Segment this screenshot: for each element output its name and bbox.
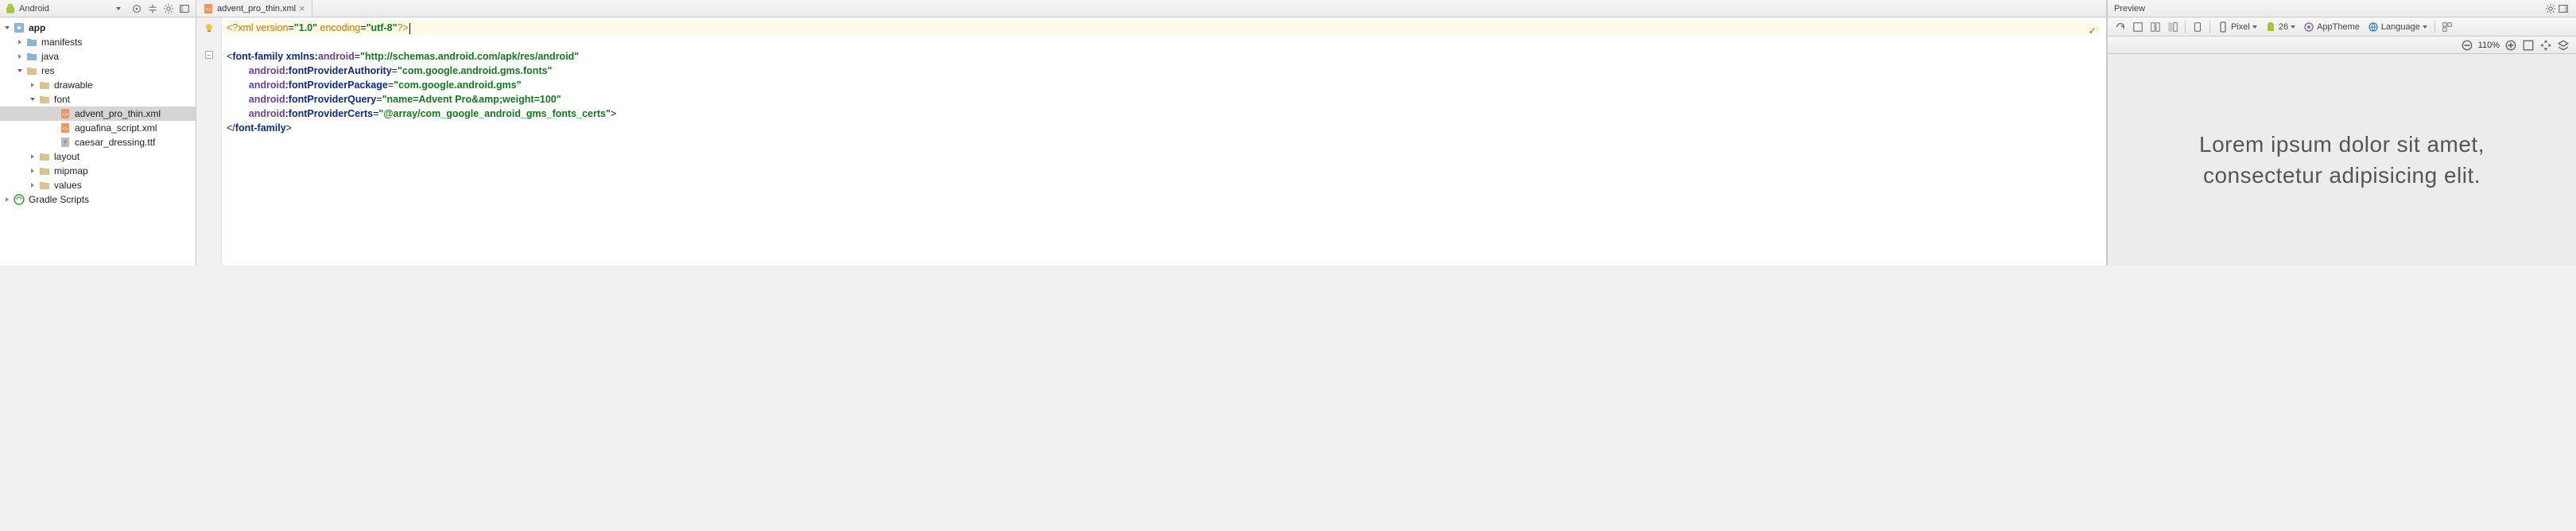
editor-area: − <?xml version="1.0" encoding="utf-8"?>… — [196, 17, 2106, 266]
tree-node-mipmap[interactable]: mipmap — [0, 164, 196, 178]
surface-design-icon[interactable] — [2130, 19, 2146, 35]
preview-canvas[interactable]: Lorem ipsum dolor sit amet, consectetur … — [2108, 54, 2576, 266]
tree-node-font[interactable]: font — [0, 92, 196, 107]
tree-node-res[interactable]: res — [0, 64, 196, 78]
editor-tab-advent[interactable]: <> advent_pro_thin.xml × — [196, 0, 312, 17]
tree-node-java[interactable]: java — [0, 49, 196, 64]
chevron-right-icon[interactable] — [29, 167, 37, 175]
settings-icon[interactable] — [162, 2, 175, 15]
close-icon[interactable]: × — [299, 2, 305, 14]
folder-icon — [25, 36, 38, 48]
tree-node-app[interactable]: app — [0, 21, 196, 35]
preview-panel: Preview Pixel 26 AppTheme Language 110% … — [2107, 0, 2576, 266]
tree-node-aguafina[interactable]: <>aguafina_script.xml — [0, 121, 196, 135]
separator — [2434, 21, 2435, 33]
target-icon[interactable] — [130, 2, 143, 15]
folder-icon — [38, 93, 51, 106]
refresh-icon[interactable] — [2112, 19, 2128, 35]
surface-blueprint-icon[interactable] — [2147, 19, 2163, 35]
layers-icon[interactable] — [2557, 39, 2570, 52]
separator — [2185, 21, 2186, 33]
text-caret — [409, 23, 410, 34]
svg-text:<>: <> — [205, 8, 211, 13]
chevron-down-icon[interactable] — [16, 67, 24, 75]
svg-text:T: T — [64, 141, 68, 146]
preview-header: Preview — [2108, 0, 2576, 17]
tab-label: advent_pro_thin.xml — [217, 4, 296, 14]
tree-node-gradle[interactable]: Gradle Scripts — [0, 192, 196, 207]
project-panel: Android app manifests java res drawable … — [0, 0, 196, 266]
api-dropdown[interactable]: 26 — [2262, 21, 2299, 33]
zoom-level: 110% — [2478, 41, 2500, 50]
res-folder-icon — [25, 64, 38, 77]
folder-icon — [25, 50, 38, 63]
zoom-out-button[interactable] — [2461, 39, 2473, 52]
chevron-down-icon[interactable] — [3, 24, 11, 32]
project-view-dropdown-icon[interactable] — [116, 7, 121, 10]
settings-icon[interactable] — [2544, 2, 2557, 15]
chevron-right-icon[interactable] — [16, 38, 24, 46]
check-icon: ✓ — [2089, 24, 2097, 38]
zoom-fit-button[interactable] — [2522, 39, 2535, 52]
device-dropdown[interactable]: Pixel — [2214, 21, 2260, 33]
tree-node-manifests[interactable]: manifests — [0, 35, 196, 49]
project-tree: app manifests java res drawable font <>a… — [0, 17, 196, 266]
zoom-in-button[interactable] — [2504, 39, 2517, 52]
language-dropdown[interactable]: Language — [2365, 21, 2431, 33]
chevron-right-icon[interactable] — [3, 196, 11, 203]
project-toolbar: Android — [0, 0, 196, 17]
xml-file-icon: <> — [203, 3, 214, 14]
orientation-icon[interactable] — [2190, 19, 2206, 35]
chevron-down-icon — [2252, 25, 2257, 29]
variants-icon[interactable] — [2439, 19, 2455, 35]
tree-node-drawable[interactable]: drawable — [0, 78, 196, 92]
android-icon — [2265, 21, 2276, 33]
editor-gutter: − — [196, 17, 222, 266]
hide-panel-icon[interactable] — [178, 2, 191, 15]
tree-node-values[interactable]: values — [0, 178, 196, 192]
chevron-right-icon[interactable] — [29, 153, 37, 161]
folder-icon — [38, 79, 51, 91]
ttf-file-icon: T — [59, 136, 72, 149]
surface-both-icon[interactable] — [2165, 19, 2181, 35]
preview-title: Preview — [2114, 4, 2145, 14]
chevron-right-icon[interactable] — [16, 52, 24, 60]
xml-file-icon: <> — [59, 107, 72, 120]
chevron-down-icon — [2423, 25, 2427, 29]
bulb-icon[interactable] — [204, 22, 215, 33]
tree-node-caesar[interactable]: Tcaesar_dressing.ttf — [0, 135, 196, 149]
hide-panel-icon[interactable] — [2557, 2, 2570, 15]
folder-icon — [38, 165, 51, 177]
project-view-label[interactable]: Android — [19, 4, 113, 14]
code-editor[interactable]: <?xml version="1.0" encoding="utf-8"?>✓ … — [222, 17, 2106, 266]
pan-button[interactable] — [2539, 39, 2552, 52]
theme-icon — [2303, 21, 2314, 33]
android-icon — [5, 3, 16, 14]
zoom-bar: 110% — [2108, 37, 2576, 54]
tree-node-layout[interactable]: layout — [0, 149, 196, 164]
theme-dropdown[interactable]: AppTheme — [2300, 21, 2363, 33]
gradle-icon — [13, 193, 25, 206]
chevron-right-icon[interactable] — [29, 181, 37, 189]
module-icon — [13, 21, 25, 34]
editor-panel: <> advent_pro_thin.xml × − <?xml version… — [196, 0, 2107, 266]
chevron-right-icon[interactable] — [29, 81, 37, 89]
chevron-down-icon[interactable] — [29, 95, 37, 103]
chevron-down-icon — [2291, 25, 2295, 29]
editor-tabs: <> advent_pro_thin.xml × — [196, 0, 2106, 17]
separator — [2209, 21, 2210, 33]
folder-icon — [38, 150, 51, 163]
preview-toolbar: Pixel 26 AppTheme Language — [2108, 17, 2576, 37]
svg-text:<>: <> — [62, 113, 68, 118]
folder-icon — [38, 179, 51, 192]
globe-icon — [2368, 21, 2379, 33]
tree-node-advent[interactable]: <>advent_pro_thin.xml — [0, 107, 196, 121]
fold-icon[interactable]: − — [205, 51, 213, 59]
preview-sample-text: Lorem ipsum dolor sit amet, consectetur … — [2199, 129, 2485, 191]
svg-text:<>: <> — [62, 127, 68, 132]
collapse-icon[interactable] — [146, 2, 159, 15]
xml-file-icon: <> — [59, 122, 72, 134]
phone-icon — [2217, 21, 2229, 33]
